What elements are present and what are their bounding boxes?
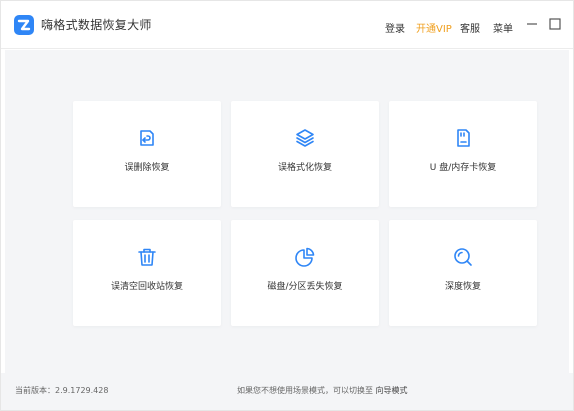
vip-link[interactable]: 开通VIP (416, 20, 452, 35)
card-label: 误清空回收站恢复 (110, 282, 183, 292)
mode-switch-hint: 如果您不想使用场景模式，可以切换至 向导模式 (237, 385, 408, 396)
customer-service-link[interactable]: 客服 (460, 20, 480, 35)
card-usb-sd-recovery[interactable]: U 盘/内存卡恢复 (389, 101, 537, 207)
main-content: 误删除恢复 误格式化恢复 U 盘/内存卡恢复 误清空回收站恢复 磁盘/分区丢失恢… (5, 50, 569, 373)
card-format-recovery[interactable]: 误格式化恢复 (231, 101, 379, 207)
app-logo-icon (14, 15, 34, 35)
layers-icon (294, 127, 316, 149)
card-recycle-bin-recovery[interactable]: 误清空回收站恢复 (73, 220, 221, 326)
wizard-mode-link[interactable]: 向导模式 (376, 386, 408, 395)
sd-card-icon (452, 127, 474, 149)
card-label: 深度恢复 (444, 282, 481, 292)
mode-switch-hint-text: 如果您不想使用场景模式，可以切换至 (237, 386, 373, 395)
status-footer: 当前版本：2.9.1729.428 如果您不想使用场景模式，可以切换至 向导模式 (1, 373, 573, 410)
minimize-button[interactable] (524, 16, 540, 32)
card-label: 误删除恢复 (124, 163, 170, 173)
menu-link[interactable]: 菜单 (493, 20, 513, 35)
pie-chart-icon (294, 246, 316, 268)
undo-delete-icon (136, 127, 158, 149)
maximize-icon (549, 18, 561, 30)
card-deep-recovery[interactable]: 深度恢复 (389, 220, 537, 326)
card-partition-recovery[interactable]: 磁盘/分区丢失恢复 (231, 220, 379, 326)
card-label: U 盘/内存卡恢复 (429, 163, 497, 173)
app-window: 嗨格式数据恢复大师 登录 开通VIP 客服 菜单 误删除恢复 误格式化恢复 U … (0, 0, 574, 411)
title-bar: 嗨格式数据恢复大师 登录 开通VIP 客服 菜单 (1, 1, 573, 49)
card-deleted-recovery[interactable]: 误删除恢复 (73, 101, 221, 207)
version-text: 当前版本：2.9.1729.428 (15, 386, 109, 395)
login-link[interactable]: 登录 (385, 20, 405, 35)
card-label: 磁盘/分区丢失恢复 (267, 282, 343, 292)
maximize-button[interactable] (547, 16, 563, 32)
deep-search-icon (452, 246, 474, 268)
trash-icon (136, 246, 158, 268)
app-title: 嗨格式数据恢复大师 (41, 18, 152, 32)
card-label: 误格式化恢复 (277, 163, 332, 173)
minimize-icon (527, 23, 537, 25)
